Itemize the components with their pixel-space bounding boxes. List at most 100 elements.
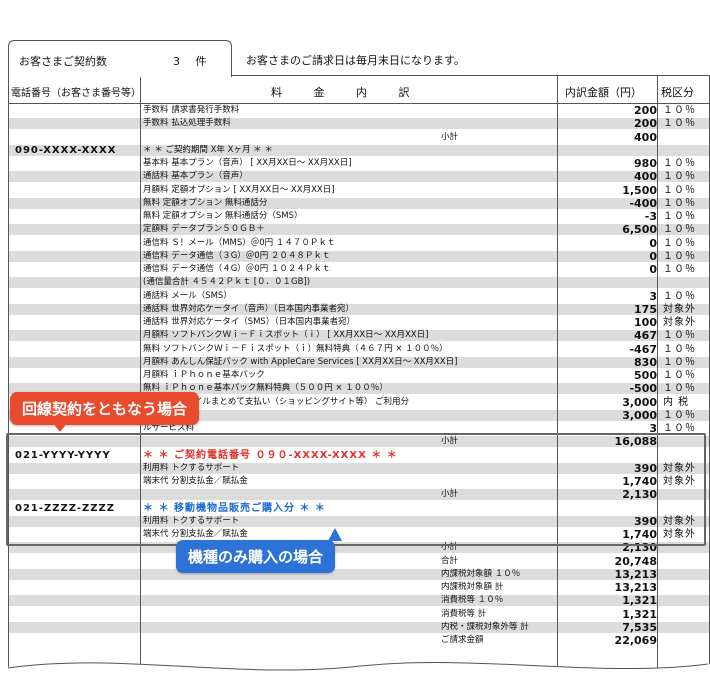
charge-amount: 1,321 (622, 594, 657, 608)
table-row: 消費税等 計 1,321 (9, 609, 709, 620)
table-row: 小計 400 (9, 132, 709, 143)
table-row: 月額料 定額オプション [ XX月XX日～ XX月XX日] 1,500 １０％ (9, 185, 709, 196)
charge-amount: 1,500 (622, 183, 657, 197)
charge-amount: 13,213 (614, 581, 657, 594)
phone-number: 090-XXXX-XXXX (15, 144, 117, 156)
charge-description: 月額料 ソフトバンクＷｉ－Ｆｉスポット（ｉ） [ XX月XX日～ XX月XX日] (143, 330, 429, 341)
tax-category: １０％ (663, 184, 696, 196)
charge-description: 通話料 基本プラン（音声） (143, 171, 248, 182)
table-row: 定額料 データプラン５０ＧＢ＋ 6,500 １０％ (9, 223, 709, 237)
charge-amount: 830 (634, 355, 657, 369)
charge-amount: 13,213 (614, 567, 657, 581)
subtotal-label: ご請求金額 (441, 635, 484, 645)
tax-category: 対象外 (663, 317, 696, 328)
charge-description: 月額料 あんしん保証パック with AppleCare Services [ … (143, 356, 458, 367)
table-row: 通話料 メール（SMS） 3 １０％ (9, 291, 709, 302)
callout-tail (328, 528, 342, 541)
table-row: 手数料 払込処理手数料 200 １０％ (9, 117, 709, 131)
charge-description: 無料 ソフトバンクＷｉ－Ｆｉスポット（ｉ）無料特典（４６７円 × １００％） (143, 343, 448, 354)
charge-description: 手数料 請求書発行手数料 (143, 105, 240, 115)
table-row: 内課税対象額 １０％ 13,213 (9, 567, 709, 581)
charge-amount: 400 (634, 170, 657, 184)
table-row: 通信料 データ通信（３G）＠0円 ２０４８Ｐｋｔ 0 １０％ (9, 249, 709, 263)
charge-description: 無料 定額オプション 無料通話分 (143, 197, 268, 208)
table-row: 内税・課税対象外等 計 7,535 (9, 620, 709, 634)
divider (557, 76, 558, 676)
divider (657, 76, 658, 676)
table-row: 通信料 データ通信（４G）＠0円 １０２４Ｐｋｔ 0 １０％ (9, 264, 709, 275)
charge-description: 通信料 データ通信（４G）＠0円 １０２４Ｐｋｔ (143, 264, 331, 274)
tax-category: １０％ (663, 118, 696, 130)
charge-description: 月額料 ｉＰｈｏｎｅ基本パック (143, 370, 265, 380)
table-row: 090-XXXX-XXXX ＊ ＊ ご契約期間 X年 Xヶ月 ＊ ＊ (9, 144, 709, 156)
table-row: 通話料 基本プラン（音声） 400 １０％ (9, 170, 709, 184)
charge-amount: -467 (629, 342, 657, 356)
table-row: 基本料 基本プラン（音声） [ XX月XX日～ XX月XX日] 980 １０％ (9, 158, 709, 169)
highlight-box (6, 433, 706, 546)
header-amount: 内訳金額（円） (565, 86, 642, 99)
table-row: 内課税対象額 計 13,213 (9, 582, 709, 593)
table-row: 無料 ソフトバンクＷｉ－Ｆｉスポット（ｉ）無料特典（４６７円 × １００％） -4… (9, 344, 709, 355)
tax-category: 対象外 (663, 303, 696, 315)
charge-description: 手数料 払込処理手数料 (143, 118, 231, 129)
table-header: 電話番号（お客さま番号等） 料 金 内 訳 内訳金額（円） 税区分 (9, 76, 709, 104)
charge-description: 通信料 Ｓ！メール（MMS）＠0円 １４７０Ｐｋｔ (143, 237, 336, 248)
contract-count-tab: お客さまご契約数 3 件 (8, 40, 232, 77)
charge-amount: 6,500 (622, 223, 657, 237)
table-row: (通信量合計 ４５４２Ｐｋｔ [０．０１GB]) (9, 277, 709, 289)
charge-amount: 1,321 (622, 607, 657, 621)
torn-edge (0, 662, 710, 696)
tax-category: １０％ (663, 171, 696, 183)
charge-description: 通話料 メール（SMS） (143, 290, 232, 301)
billing-statement: 電話番号（お客さま番号等） 料 金 内 訳 内訳金額（円） 税区分 手数料 請求… (8, 75, 710, 676)
charge-amount: -400 (629, 196, 657, 210)
charge-description: 通話料 世界対応ケータイ（音声）（日本国内事業者宛） (143, 303, 354, 314)
charge-amount: 0 (649, 249, 657, 263)
tax-category: １０％ (663, 409, 696, 421)
table-row: 月額料 ソフトバンクＷｉ－Ｆｉスポット（ｉ） [ XX月XX日～ XX月XX日]… (9, 329, 709, 343)
subtotal-label: 内課税対象額 １０％ (441, 568, 521, 579)
table-row: 無料 定額オプション 無料通話分 -400 １０％ (9, 196, 709, 210)
subtotal-label: 合計 (441, 555, 459, 566)
charge-description: 通話料 世界対応ケータイ（SMS）（日本国内事業者宛） (143, 317, 356, 327)
charge-amount: 400 (634, 130, 657, 144)
charge-description: (通信量合計 ４５４２Ｐｋｔ [０．０１GB]) (143, 277, 311, 288)
subtotal-label: 小計 (441, 131, 459, 142)
charge-amount: 7,535 (622, 620, 657, 634)
charge-amount: 175 (634, 302, 657, 316)
contract-count-label: お客さまご契約数 (19, 55, 107, 68)
tax-category: １０％ (663, 264, 696, 275)
callout-line-contract: 回線契約をともなう場合 (10, 392, 200, 425)
charge-amount: 0 (649, 263, 657, 276)
tax-category: １０％ (663, 211, 696, 222)
header-tax: 税区分 (661, 86, 694, 99)
table-row: 月額料 ｉＰｈｏｎｅ基本パック 500 １０％ (9, 370, 709, 381)
table-row: 手数料 請求書発行手数料 200 １０％ (9, 105, 709, 116)
charge-description: 無料 定額オプション 無料通話分（SMS） (143, 211, 303, 221)
charge-amount: 100 (634, 316, 657, 329)
subtotal-label: 消費税等 計 (441, 608, 487, 619)
charge-description: ＊ ＊ ご契約期間 X年 Xヶ月 ＊ ＊ (143, 144, 273, 155)
header-number: 電話番号（お客さま番号等） (11, 88, 141, 99)
table-row: 消費税等 １０％ 1,321 (9, 594, 709, 608)
charge-amount: 980 (634, 157, 657, 170)
charge-description: 月額料 定額オプション [ XX月XX日～ XX月XX日] (143, 184, 335, 195)
table-row: 通話料 世界対応ケータイ（音声）（日本国内事業者宛） 175 対象外 (9, 302, 709, 316)
divider (140, 76, 141, 676)
charge-amount: 3,000 (622, 408, 657, 422)
tax-category: １０％ (663, 224, 696, 236)
subtotal-label: 内課税対象額 計 (441, 582, 504, 592)
table-row: 無料 定額オプション 無料通話分（SMS） -3 １０％ (9, 211, 709, 222)
table-row: 通信料 Ｓ！メール（MMS）＠0円 １４７０Ｐｋｔ 0 １０％ (9, 238, 709, 249)
charge-amount: 20,748 (614, 554, 657, 568)
charge-amount: -3 (644, 210, 657, 223)
table-row: 月額料 あんしん保証パック with AppleCare Services [ … (9, 355, 709, 369)
charge-amount: 467 (634, 329, 657, 343)
contract-count-value: 3 件 (173, 55, 213, 68)
charge-amount: 22,069 (614, 634, 657, 647)
table-row: ご請求金額 22,069 (9, 635, 709, 646)
tax-category: １０％ (663, 330, 696, 342)
charge-amount: 200 (634, 117, 657, 131)
charge-amount: -500 (629, 382, 657, 396)
tax-category: １０％ (663, 250, 696, 262)
